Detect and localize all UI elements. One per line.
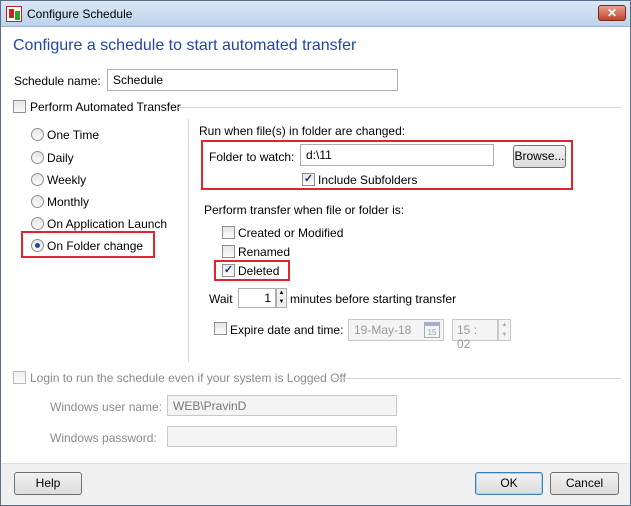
expire-time-input[interactable]: 15 : 02 <box>452 319 498 351</box>
radio-monthly[interactable] <box>31 195 44 208</box>
schedule-name-input[interactable]: Schedule <box>107 69 398 91</box>
wait-suffix: minutes before starting transfer <box>290 292 457 306</box>
divider <box>331 378 621 379</box>
page-title: Configure a schedule to start automated … <box>13 37 357 54</box>
close-icon: ✕ <box>606 6 618 20</box>
expire-date: 19-May-18 <box>354 323 412 337</box>
user-name-label: Windows user name: <box>50 400 163 414</box>
wait-spinner[interactable]: ▲ ▼ <box>276 288 287 308</box>
folder-section-label: Run when file(s) in folder are changed: <box>199 124 406 138</box>
checkbox-label: Renamed <box>238 245 291 259</box>
time-hours: 15 <box>457 323 471 337</box>
configure-schedule-dialog: Configure Schedule ✕ Configure a schedul… <box>0 0 631 506</box>
calendar-icon[interactable]: 15 <box>424 322 440 338</box>
time-spinner[interactable]: ▲ ▼ <box>498 319 511 341</box>
password-input[interactable] <box>167 426 397 447</box>
schedule-name-label: Schedule name: <box>14 74 101 88</box>
title-bar: Configure Schedule ✕ <box>1 1 630 27</box>
login-checkbox[interactable] <box>13 371 26 384</box>
help-button[interactable]: Help <box>14 472 82 495</box>
close-button[interactable]: ✕ <box>598 5 626 21</box>
radio-label: Monthly <box>47 195 90 209</box>
radio-label: Weekly <box>47 173 87 187</box>
checkbox-label: Created or Modified <box>238 226 344 240</box>
radio-daily[interactable] <box>31 151 44 164</box>
time-minutes: 02 <box>457 337 471 351</box>
perform-automated-label: Perform Automated Transfer <box>30 100 181 114</box>
expire-checkbox[interactable] <box>214 322 227 335</box>
radio-weekly[interactable] <box>31 173 44 186</box>
app-icon <box>6 6 22 22</box>
folder-label: Folder to watch: <box>209 150 295 164</box>
cancel-button[interactable]: Cancel <box>550 472 619 495</box>
window-title: Configure Schedule <box>27 7 133 21</box>
password-label: Windows password: <box>50 431 157 445</box>
login-label: Login to run the schedule even if your s… <box>30 371 346 385</box>
wait-label: Wait <box>209 292 233 306</box>
folder-input[interactable]: d:\11 <box>300 144 494 166</box>
divider <box>178 107 621 108</box>
created-modified-checkbox[interactable] <box>222 226 235 239</box>
vertical-divider <box>188 119 189 362</box>
transfer-when-label: Perform transfer when file or folder is: <box>204 203 405 217</box>
include-subfolders-label: Include Subfolders <box>318 173 418 187</box>
include-subfolders-checkbox[interactable]: ✓ <box>302 173 315 186</box>
highlight-box <box>21 231 155 258</box>
radio-label: On Application Launch <box>47 217 168 231</box>
user-name-input[interactable]: WEB\PravinD <box>167 395 397 416</box>
perform-automated-checkbox[interactable] <box>13 100 26 113</box>
browse-button[interactable]: Browse... <box>513 145 566 168</box>
ok-button[interactable]: OK <box>475 472 543 495</box>
radio-on-app-launch[interactable] <box>31 217 44 230</box>
radio-label: Daily <box>47 151 74 165</box>
renamed-checkbox[interactable] <box>222 245 235 258</box>
expire-label: Expire date and time: <box>230 323 344 337</box>
radio-label: One Time <box>47 128 100 142</box>
wait-input[interactable]: 1 <box>238 288 276 308</box>
radio-one-time[interactable] <box>31 128 44 141</box>
highlight-box <box>214 260 290 281</box>
expire-date-input[interactable]: 19-May-18 15 <box>348 319 444 341</box>
